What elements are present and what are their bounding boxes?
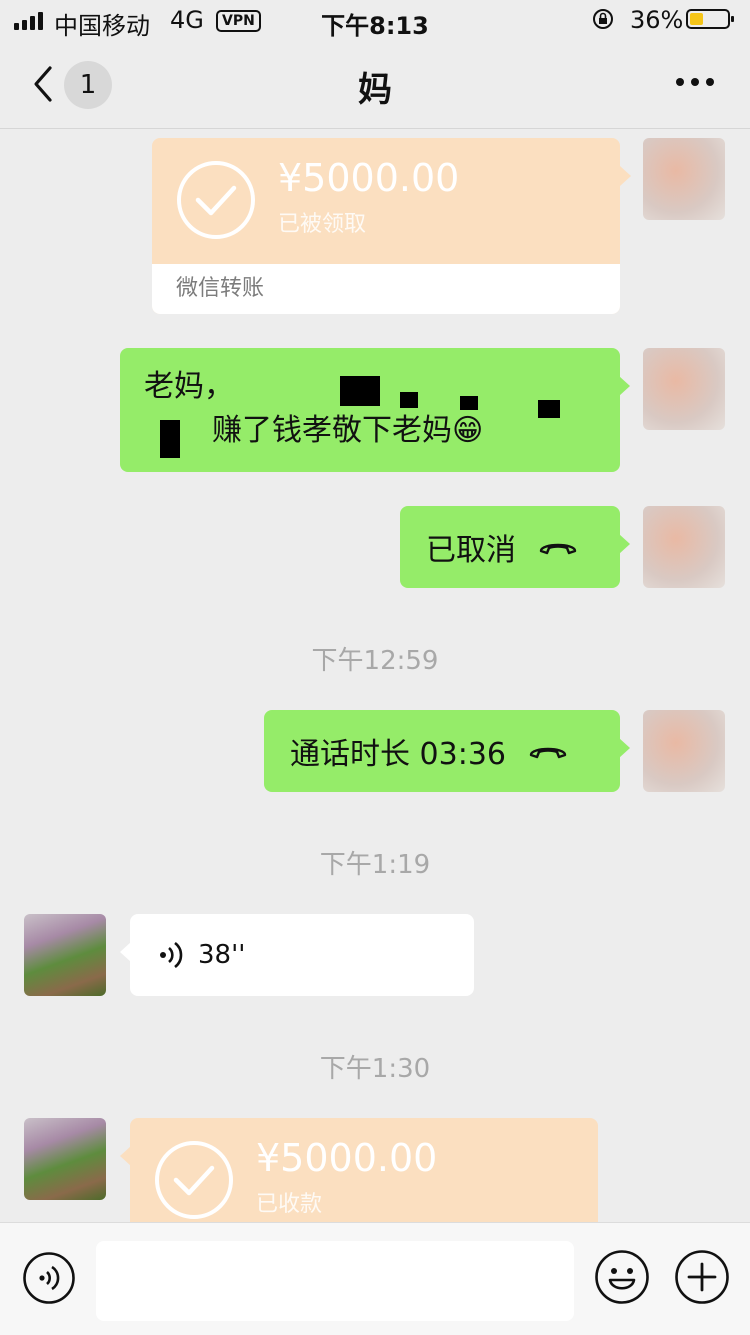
voice-duration: 38'' <box>198 940 246 970</box>
text-message-bubble[interactable]: 老妈， 赚了钱孝敬下老妈😁 <box>120 348 630 472</box>
voice-message-bubble[interactable]: 38'' <box>120 914 474 996</box>
voice-wave-icon <box>160 941 183 969</box>
timestamp: 下午1:19 <box>319 850 431 880</box>
voice-input-icon[interactable] <box>22 1251 76 1305</box>
avatar-self[interactable] <box>643 138 725 220</box>
redaction-block <box>160 420 180 458</box>
redaction-block <box>400 392 418 408</box>
avatar-self[interactable] <box>643 506 725 588</box>
message-text-line2: 赚了钱孝敬下老妈 <box>212 413 452 448</box>
transfer-card-received[interactable]: ¥5000.00 已收款 <box>130 1118 598 1222</box>
redaction-block <box>538 400 560 418</box>
battery-fill <box>690 13 703 25</box>
status-bar: 中国移动 4G VPN 下午8:13 36% <box>0 0 750 42</box>
call-cancelled-text: 已取消 <box>426 533 516 568</box>
input-bar <box>0 1222 750 1335</box>
transfer-amount: ¥5000.00 <box>256 1136 438 1180</box>
hangup-icon <box>539 543 577 555</box>
call-cancelled-bubble[interactable]: 已取消 <box>400 506 630 588</box>
orientation-lock-icon <box>593 9 613 29</box>
transfer-card-sent[interactable]: ¥5000.00 已被领取 微信转账 <box>152 138 620 314</box>
check-circle-icon <box>177 161 255 239</box>
message-input[interactable] <box>96 1241 574 1321</box>
bubble-tail <box>620 166 631 186</box>
check-circle-icon <box>155 1141 233 1219</box>
message-text-line1: 老妈， <box>144 369 234 404</box>
redaction-block <box>460 396 478 410</box>
call-duration-bubble[interactable]: 通话时长 03:36 <box>264 710 630 792</box>
chat-title: 妈 <box>358 70 392 110</box>
avatar-self[interactable] <box>643 348 725 430</box>
avatar-contact[interactable] <box>24 914 106 996</box>
nav-bar: 1 妈 <box>0 42 750 129</box>
transfer-footer-label: 微信转账 <box>152 264 620 314</box>
avatar-self[interactable] <box>643 710 725 792</box>
battery-percent: 36% <box>630 6 684 34</box>
battery-icon <box>686 9 734 29</box>
transfer-status: 已被领取 <box>278 212 367 237</box>
transfer-status: 已收款 <box>256 1192 323 1217</box>
transfer-amount: ¥5000.00 <box>278 156 460 200</box>
hangup-icon <box>529 747 567 759</box>
avatar-contact[interactable] <box>24 1118 106 1200</box>
more-icon[interactable] <box>676 78 714 86</box>
redaction-block <box>340 376 380 406</box>
plus-icon[interactable] <box>674 1249 730 1305</box>
emoji-icon[interactable] <box>594 1249 650 1305</box>
timestamp: 下午1:30 <box>319 1054 431 1084</box>
call-duration-text: 通话时长 03:36 <box>290 737 506 772</box>
grin-emoji: 😁 <box>452 413 484 448</box>
message-text-line2-wrap: 赚了钱孝敬下老妈😁 <box>212 410 483 452</box>
timestamp: 下午12:59 <box>311 646 439 676</box>
